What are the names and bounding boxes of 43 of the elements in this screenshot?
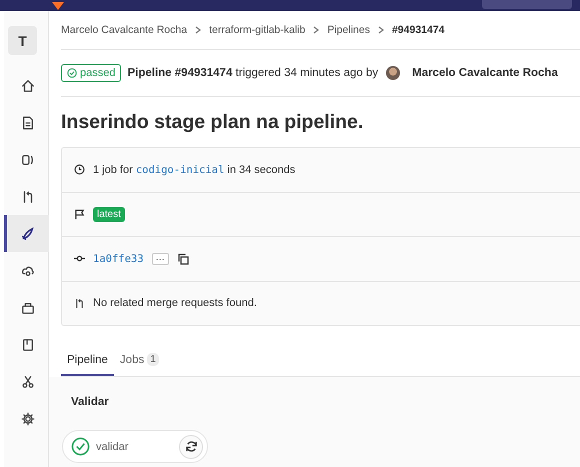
merge-request-icon [74, 298, 85, 309]
merge-request-icon [21, 190, 35, 204]
status-badge: passed [61, 64, 122, 82]
breadcrumb-link[interactable]: terraform-gitlab-kalib [209, 24, 306, 36]
check-icon [67, 68, 77, 78]
job-name: validar [96, 440, 130, 452]
refresh-icon [184, 440, 198, 453]
merge-request-text: No related merge requests found. [93, 297, 257, 310]
document-icon [21, 116, 35, 130]
project-avatar[interactable]: T [8, 26, 37, 55]
pipeline-title: Inserindo stage plan na pipeline. [61, 110, 364, 134]
stage-name: Validar [71, 395, 110, 410]
clock-icon [74, 164, 85, 176]
branch-link[interactable]: codigo-inicial [136, 164, 224, 176]
more-button[interactable]: ··· [152, 252, 169, 265]
chevron-icon [195, 26, 202, 34]
logo-icon[interactable] [50, 2, 66, 10]
breadcrumb-link[interactable]: Pipelines [327, 24, 370, 36]
count-badge: 1 [147, 353, 159, 366]
book-icon [21, 338, 35, 352]
copy-icon[interactable] [176, 252, 189, 265]
flag-icon [74, 208, 85, 220]
search-field[interactable] [482, 0, 572, 8]
package-icon [21, 300, 35, 314]
tab[interactable]: Jobs 1 [114, 345, 165, 376]
scissors-icon [21, 374, 35, 388]
job-pill[interactable]: validar [62, 430, 208, 463]
check-icon [71, 437, 90, 456]
user-avatar[interactable] [386, 66, 400, 80]
home-icon [21, 78, 35, 92]
author-link[interactable]: Marcelo Cavalcante Rocha [412, 67, 558, 79]
tag-badge: latest [93, 206, 125, 222]
chevron-icon [378, 26, 384, 34]
job-summary: 1 job for codigo-inicial in 34 seconds [93, 164, 296, 176]
sidebar-item[interactable] [4, 215, 49, 252]
retry-button[interactable] [179, 434, 203, 458]
pipeline-summary: Pipeline #94931474 triggered 34 minutes ago by [127, 67, 378, 79]
breadcrumb-link[interactable]: #94931474 [392, 24, 445, 36]
breadcrumb-link[interactable]: Marcelo Cavalcante Rocha [61, 24, 188, 36]
cloud-icon [21, 264, 35, 278]
chevron-icon [313, 26, 320, 34]
commit-link[interactable]: 1a0ffe33 [93, 252, 144, 265]
settings-icon [21, 412, 35, 426]
